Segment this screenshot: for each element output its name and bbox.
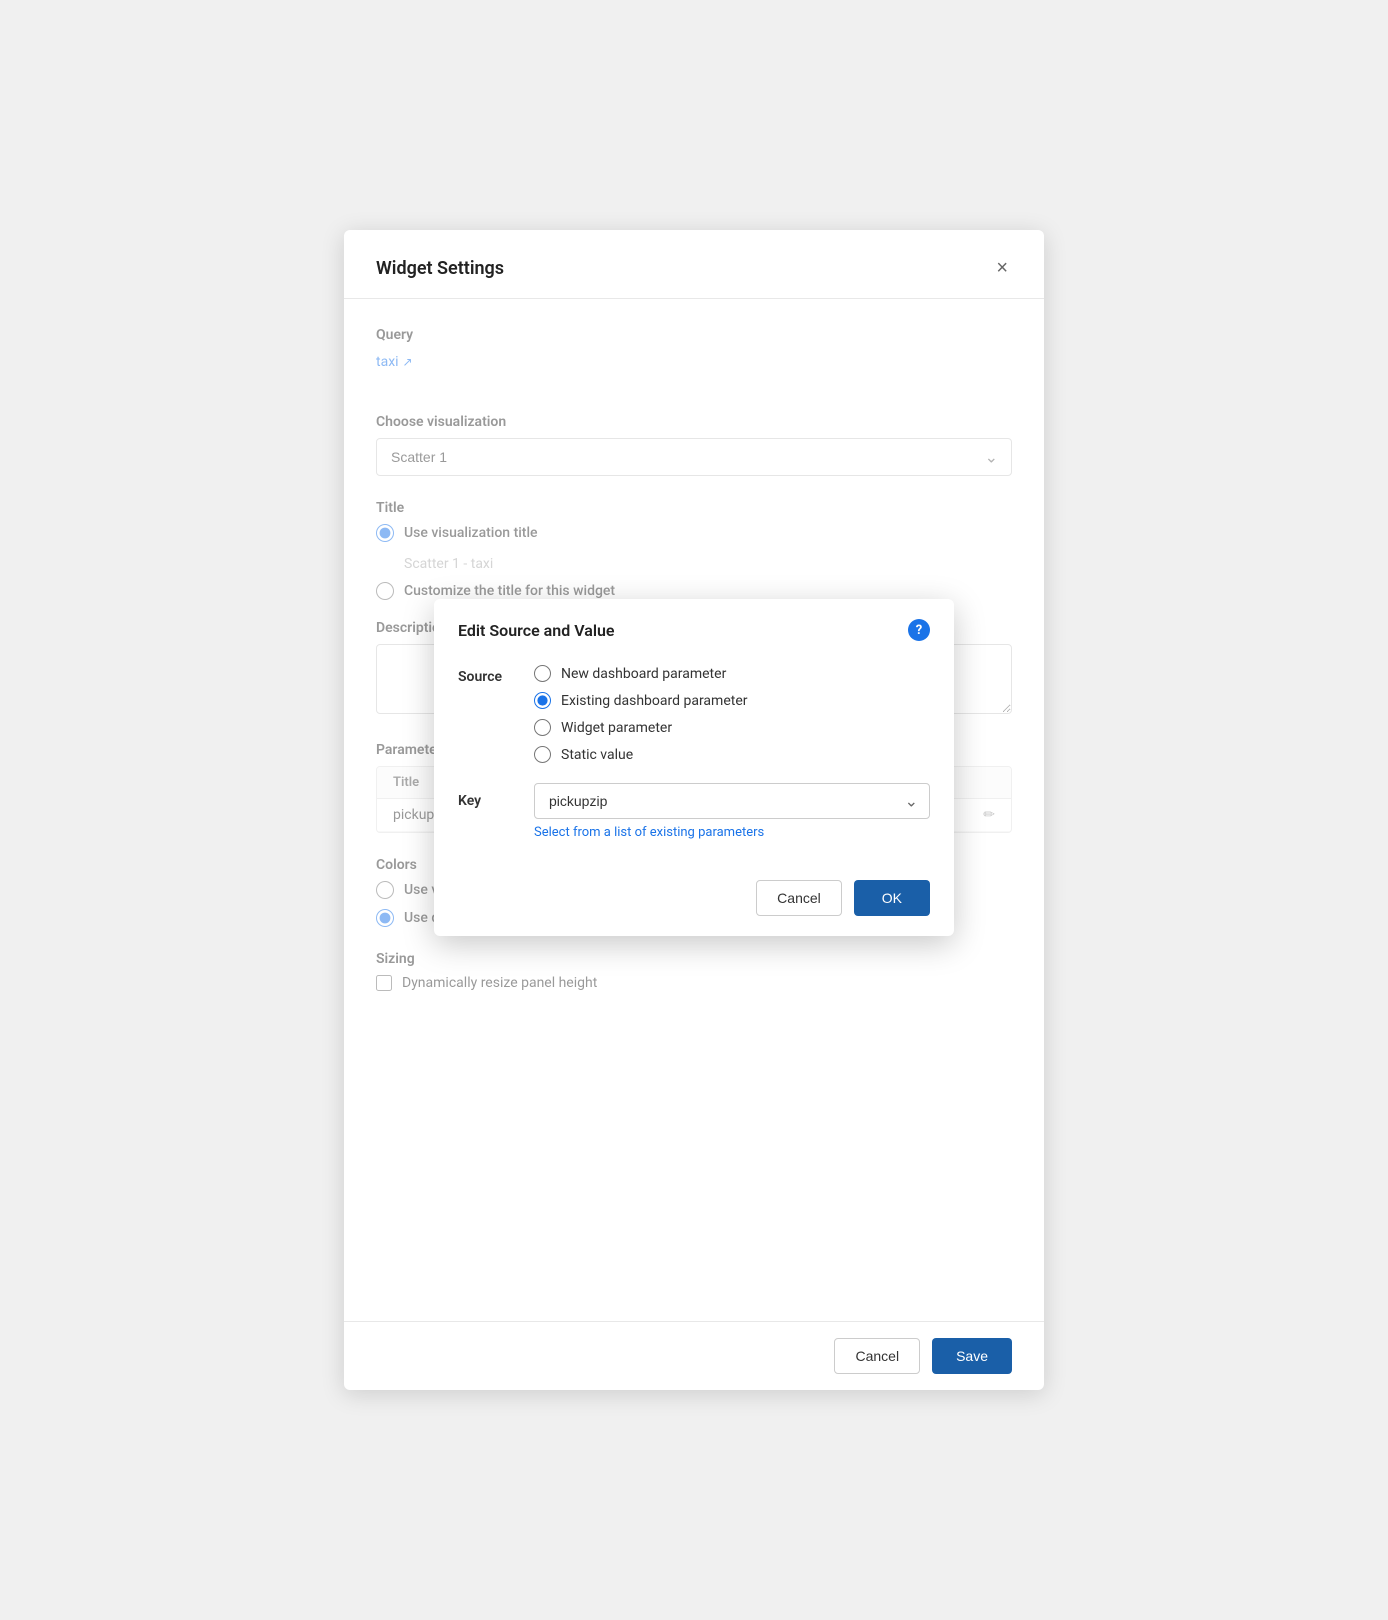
key-hint: Select from a list of existing parameter… [534, 825, 930, 840]
key-dropdown-wrapper: pickupzip ⌄ [534, 783, 930, 819]
help-icon[interactable]: ? [908, 619, 930, 641]
edit-dialog-footer: Cancel OK [434, 880, 954, 936]
edit-dialog-body: Source New dashboard parameter Existing … [434, 657, 954, 880]
edit-ok-button[interactable]: OK [854, 880, 930, 916]
key-dropdown[interactable]: pickupzip [534, 783, 930, 819]
static-value-item: Static value [534, 746, 747, 763]
source-radio-group: New dashboard parameter Existing dashboa… [534, 665, 747, 763]
existing-dashboard-param-item: Existing dashboard parameter [534, 692, 747, 709]
main-dialog-title: Widget Settings [376, 258, 504, 279]
main-dialog-header: Widget Settings × [344, 230, 1044, 299]
main-dialog-content: Query taxi ↗ Choose visualization Scatte… [344, 299, 1044, 1321]
widget-param-item: Widget parameter [534, 719, 747, 736]
main-dialog: Widget Settings × Query taxi ↗ Choose vi… [344, 230, 1044, 1390]
key-label: Key [458, 783, 514, 809]
widget-param-radio[interactable] [534, 719, 551, 736]
edit-cancel-button[interactable]: Cancel [756, 880, 842, 916]
source-row: Source New dashboard parameter Existing … [458, 665, 930, 763]
key-row: Key pickupzip ⌄ [458, 783, 930, 819]
source-label: Source [458, 665, 514, 685]
edit-source-dialog: Edit Source and Value ? Source New dashb… [434, 599, 954, 936]
new-dashboard-param-label[interactable]: New dashboard parameter [561, 666, 726, 682]
main-cancel-button[interactable]: Cancel [834, 1338, 920, 1374]
existing-dashboard-param-radio[interactable] [534, 692, 551, 709]
edit-dialog-title: Edit Source and Value [458, 621, 615, 640]
edit-dialog-header: Edit Source and Value ? [434, 599, 954, 657]
main-save-button[interactable]: Save [932, 1338, 1012, 1374]
new-dashboard-param-radio[interactable] [534, 665, 551, 682]
static-value-label[interactable]: Static value [561, 747, 633, 763]
static-value-radio[interactable] [534, 746, 551, 763]
existing-dashboard-param-label[interactable]: Existing dashboard parameter [561, 693, 747, 709]
widget-param-label[interactable]: Widget parameter [561, 720, 672, 736]
main-dialog-footer: Cancel Save [344, 1321, 1044, 1390]
main-close-button[interactable]: × [992, 254, 1012, 282]
new-dashboard-param-item: New dashboard parameter [534, 665, 747, 682]
